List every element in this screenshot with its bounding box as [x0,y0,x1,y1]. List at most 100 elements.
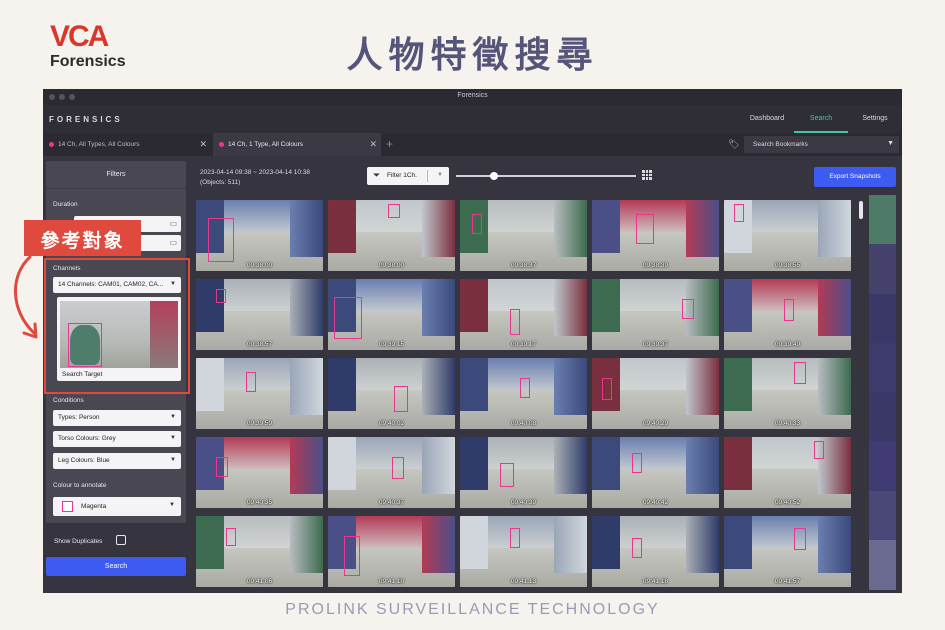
timeline-segment[interactable] [869,342,896,393]
chevron-down-icon: ▼ [887,140,894,147]
reference-badge: 參考對象 [24,220,141,256]
thumb-shelf [817,200,851,257]
timeline-segment[interactable] [869,195,896,245]
nav-settings[interactable]: Settings [848,105,902,133]
detection-bounding-box [814,441,824,459]
thumb-shelf [553,279,587,336]
snapshot-timestamp: 09:39:49 [774,341,801,348]
thumb-shelf [724,358,752,412]
snapshot-timestamp: 09:38:55 [774,262,801,269]
condition-type-select[interactable]: Types: Person ▼ [53,410,181,426]
snapshot-thumbnail[interactable]: 09:41:06 [196,516,323,587]
snapshot-thumbnail[interactable]: 09:38:57 [196,279,323,350]
detection-bounding-box [510,528,520,548]
filter-channel-label: Filter 1Ch. [387,172,417,179]
show-duplicates-checkbox[interactable] [116,535,126,545]
tab-search-2[interactable]: 14 Ch, 1 Type, All Colours ✕ [213,133,381,156]
detection-bounding-box [636,214,654,244]
timeline-segment[interactable] [869,392,896,442]
snapshot-thumbnail[interactable]: 09:38:39 [592,200,719,271]
colour-annotate-select[interactable]: Magenta ▼ [53,497,181,516]
filter-channel-button[interactable]: ⏷ Filter 1Ch. ▼ [367,167,449,185]
condition-torso-select[interactable]: Torso Colours: Grey ▼ [53,431,181,447]
thumb-shelf [421,358,455,415]
thumb-shelf [328,358,356,412]
snapshot-thumbnail[interactable]: 09:40:39 [460,437,587,508]
thumb-shelf [289,200,323,257]
snapshot-thumbnail[interactable]: 09:40:35 [196,437,323,508]
snapshot-thumbnail[interactable]: 09:39:17 [460,279,587,350]
time-range: 2023-04-14 09:38 ~ 2023-04-14 10:38 [200,169,311,176]
timeline-segment[interactable] [869,539,896,590]
window-title: Forensics [457,92,488,99]
thumb-shelf [817,516,851,573]
snapshot-timestamp: 09:38:37 [510,262,537,269]
close-tab-icon[interactable]: ✕ [369,139,377,150]
timeline-segment[interactable] [869,490,896,541]
chevron-down-icon[interactable]: ▼ [437,172,443,178]
nav-search[interactable]: Search [794,105,848,133]
bookmarks-label: Search Bookmarks [753,141,808,148]
thumb-shelf [553,200,587,257]
snapshot-thumbnail[interactable]: 09:40:29 [592,358,719,429]
main-nav: Dashboard Search Settings [740,105,902,133]
grid-view-icon[interactable] [642,170,652,180]
results-scrollbar[interactable] [859,201,863,219]
export-snapshots-button[interactable]: Export Snapshots [814,167,896,187]
search-bookmarks-dropdown[interactable]: Search Bookmarks ▼ [744,136,899,153]
window-titlebar[interactable]: Forensics [43,89,902,105]
snapshot-thumbnail[interactable]: 09:38:37 [460,200,587,271]
results-area: 2023-04-14 09:38 ~ 2023-04-14 10:38 (Obj… [190,161,902,591]
snapshot-thumbnail[interactable]: 09:38:55 [724,200,851,271]
detection-bounding-box [226,528,236,546]
snapshot-thumbnail[interactable]: 09:40:08 [460,358,587,429]
search-button[interactable]: Search [46,557,186,576]
tab-search-1[interactable]: 14 Ch, All Types, All Colours ✕ [43,133,211,156]
close-tab-icon[interactable]: ✕ [199,139,207,150]
calendar-icon[interactable]: ▭ [169,238,177,247]
snapshot-thumbnail[interactable]: 09:41:57 [724,516,851,587]
snapshot-thumbnail[interactable]: 09:40:52 [724,437,851,508]
snapshot-thumbnail[interactable]: 09:39:37 [592,279,719,350]
timeline-segment[interactable] [869,441,896,491]
thumb-shelf [592,437,620,491]
detection-bounding-box [334,297,362,339]
thumb-shelf [724,279,752,333]
calendar-icon[interactable]: ▭ [169,219,177,228]
detection-bounding-box [472,214,482,234]
snapshot-grid: 09:38:00 09:38:00 09:38:37 09:38:39 09:38:55… [196,200,856,590]
snapshot-timestamp: 09:40:37 [378,499,405,506]
nav-dashboard[interactable]: Dashboard [740,105,794,133]
snapshot-timestamp: 09:39:15 [378,341,405,348]
footer-brand: PROLINK SURVEILLANCE TECHNOLOGY [285,601,660,618]
snapshot-timestamp: 09:38:57 [246,341,273,348]
snapshot-thumbnail[interactable]: 09:41:18 [592,516,719,587]
detection-bounding-box [216,457,228,477]
thumb-shelf [289,279,323,336]
slider-handle[interactable] [490,172,498,180]
snapshot-thumbnail[interactable]: 09:39:15 [328,279,455,350]
condition-leg-select[interactable]: Leg Colours: Blue ▼ [53,453,181,469]
snapshot-thumbnail[interactable]: 09:38:00 [328,200,455,271]
snapshot-thumbnail[interactable]: 09:40:02 [328,358,455,429]
snapshot-thumbnail[interactable]: 09:40:37 [328,437,455,508]
thumb-shelf [685,358,719,415]
chevron-down-icon: ▼ [170,457,176,463]
snapshot-thumbnail[interactable]: 09:41:10 [328,516,455,587]
snapshot-timestamp: 09:39:37 [642,341,669,348]
snapshot-thumbnail[interactable]: 09:40:33 [724,358,851,429]
thumbnail-size-slider[interactable] [456,172,636,180]
timeline-segment[interactable] [869,244,896,294]
snapshot-thumbnail[interactable]: 09:38:00 [196,200,323,271]
snapshot-thumbnail[interactable]: 09:39:49 [724,279,851,350]
duration-label: Duration [53,201,78,208]
tab-color-dot [49,142,54,147]
thumb-shelf [289,358,323,415]
timeline-segment[interactable] [869,293,896,344]
detection-bounding-box [794,528,806,550]
thumb-shelf [553,358,587,415]
snapshot-thumbnail[interactable]: 09:39:59 [196,358,323,429]
snapshot-thumbnail[interactable]: 09:40:42 [592,437,719,508]
add-tab-button[interactable]: + [386,137,393,151]
snapshot-thumbnail[interactable]: 09:41:13 [460,516,587,587]
